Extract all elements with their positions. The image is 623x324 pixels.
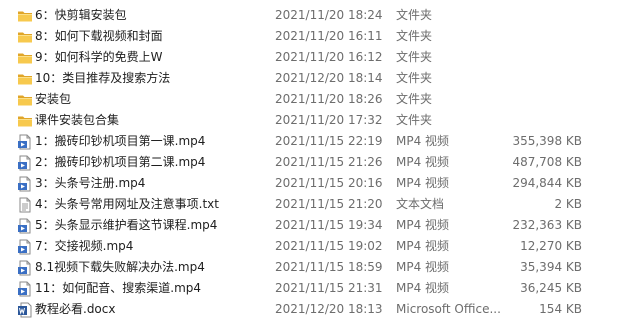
file-row[interactable]: 3：头条号注册.mp4 2021/11/15 20:16 MP4 视频 294,… [0, 173, 623, 194]
video-file-icon [17, 281, 33, 297]
file-modified-date: 2021/11/20 16:11 [275, 29, 383, 43]
file-name: 3：头条号注册.mp4 [35, 176, 146, 190]
file-row[interactable]: 1：搬砖印钞机项目第一课.mp4 2021/11/15 22:19 MP4 视频… [0, 131, 623, 152]
file-row[interactable]: 4：头条号常用网址及注意事项.txt 2021/11/15 21:20 文本文档… [0, 194, 623, 215]
file-modified-date: 2021/11/15 21:20 [275, 197, 383, 211]
file-type: 文件夹 [396, 92, 433, 106]
folder-icon [17, 50, 33, 66]
file-name: 5：头条显示维护看这节课程.mp4 [35, 218, 218, 232]
file-type: MP4 视频 [396, 218, 450, 232]
file-type: MP4 视频 [396, 260, 450, 274]
file-modified-date: 2021/11/15 20:16 [275, 176, 383, 190]
file-modified-date: 2021/11/20 17:32 [275, 113, 383, 127]
file-row[interactable]: 7：交接视频.mp4 2021/11/15 19:02 MP4 视频 12,27… [0, 236, 623, 257]
file-modified-date: 2021/11/15 22:19 [275, 134, 383, 148]
video-file-icon [17, 239, 33, 255]
file-modified-date: 2021/11/20 18:26 [275, 92, 383, 106]
file-row[interactable]: 2：搬砖印钞机项目第二课.mp4 2021/11/15 21:26 MP4 视频… [0, 152, 623, 173]
file-size: 2 KB [554, 197, 582, 211]
file-modified-date: 2021/11/20 16:12 [275, 50, 383, 64]
file-name: 9：如何科学的免费上W [35, 50, 163, 64]
file-row[interactable]: 安装包 2021/11/20 18:26 文件夹 [0, 89, 623, 110]
file-row[interactable]: 课件安装包合集 2021/11/20 17:32 文件夹 [0, 110, 623, 131]
file-name: 8：如何下载视频和封面 [35, 29, 163, 43]
file-size: 36,245 KB [520, 281, 582, 295]
file-name: 课件安装包合集 [35, 113, 120, 127]
file-row[interactable]: 6：快剪辑安装包 2021/11/20 18:24 文件夹 [0, 5, 623, 26]
file-size: 35,394 KB [520, 260, 582, 274]
file-name: 4：头条号常用网址及注意事项.txt [35, 197, 219, 211]
folder-icon [17, 8, 33, 24]
file-name: 教程必看.docx [35, 302, 116, 316]
file-name: 1：搬砖印钞机项目第一课.mp4 [35, 134, 206, 148]
file-name: 安装包 [35, 92, 72, 106]
folder-icon [17, 92, 33, 108]
folder-icon [17, 113, 33, 129]
file-modified-date: 2021/11/15 21:31 [275, 281, 383, 295]
video-file-icon [17, 260, 33, 276]
file-row[interactable]: 9：如何科学的免费上W 2021/11/20 16:12 文件夹 [0, 47, 623, 68]
file-type: Microsoft Office... [396, 302, 500, 316]
file-modified-date: 2021/12/20 18:14 [275, 71, 383, 85]
file-modified-date: 2021/11/15 18:59 [275, 260, 383, 274]
file-row[interactable]: 8.1视频下载失败解决办法.mp4 2021/11/15 18:59 MP4 视… [0, 257, 623, 278]
file-type: MP4 视频 [396, 281, 450, 295]
text-file-icon [17, 197, 33, 213]
folder-icon [17, 71, 33, 87]
file-size: 355,398 KB [512, 134, 582, 148]
file-type: 文件夹 [396, 29, 433, 43]
file-list: 6：快剪辑安装包 2021/11/20 18:24 文件夹 8：如何下载视频和封… [0, 0, 623, 324]
file-size: 232,363 KB [512, 218, 582, 232]
file-type: 文件夹 [396, 71, 433, 85]
file-row[interactable]: 8：如何下载视频和封面 2021/11/20 16:11 文件夹 [0, 26, 623, 47]
file-size: 154 KB [539, 302, 582, 316]
file-name: 6：快剪辑安装包 [35, 8, 127, 22]
file-modified-date: 2021/12/20 18:13 [275, 302, 383, 316]
file-type: 文件夹 [396, 8, 433, 22]
file-type: 文件夹 [396, 113, 433, 127]
video-file-icon [17, 176, 33, 192]
file-type: 文件夹 [396, 50, 433, 64]
file-size: 12,270 KB [520, 239, 582, 253]
file-name: 2：搬砖印钞机项目第二课.mp4 [35, 155, 206, 169]
video-file-icon [17, 218, 33, 234]
file-modified-date: 2021/11/15 19:34 [275, 218, 383, 232]
file-name: 7：交接视频.mp4 [35, 239, 134, 253]
file-type: MP4 视频 [396, 176, 450, 190]
file-row[interactable]: 11：如何配音、搜索渠道.mp4 2021/11/15 21:31 MP4 视频… [0, 278, 623, 299]
file-type: MP4 视频 [396, 155, 450, 169]
file-type: MP4 视频 [396, 134, 450, 148]
word-document-icon [17, 302, 33, 318]
file-size: 487,708 KB [512, 155, 582, 169]
file-row[interactable]: 5：头条显示维护看这节课程.mp4 2021/11/15 19:34 MP4 视… [0, 215, 623, 236]
file-name: 10：类目推荐及搜索方法 [35, 71, 171, 85]
video-file-icon [17, 134, 33, 150]
file-row[interactable]: 10：类目推荐及搜索方法 2021/12/20 18:14 文件夹 [0, 68, 623, 89]
file-modified-date: 2021/11/20 18:24 [275, 8, 383, 22]
file-type: 文本文档 [396, 197, 445, 211]
file-name: 11：如何配音、搜索渠道.mp4 [35, 281, 202, 295]
folder-icon [17, 29, 33, 45]
file-size: 294,844 KB [512, 176, 582, 190]
file-modified-date: 2021/11/15 19:02 [275, 239, 383, 253]
file-modified-date: 2021/11/15 21:26 [275, 155, 383, 169]
file-row[interactable]: 教程必看.docx 2021/12/20 18:13 Microsoft Off… [0, 299, 623, 320]
file-type: MP4 视频 [396, 239, 450, 253]
video-file-icon [17, 155, 33, 171]
file-name: 8.1视频下载失败解决办法.mp4 [35, 260, 205, 274]
